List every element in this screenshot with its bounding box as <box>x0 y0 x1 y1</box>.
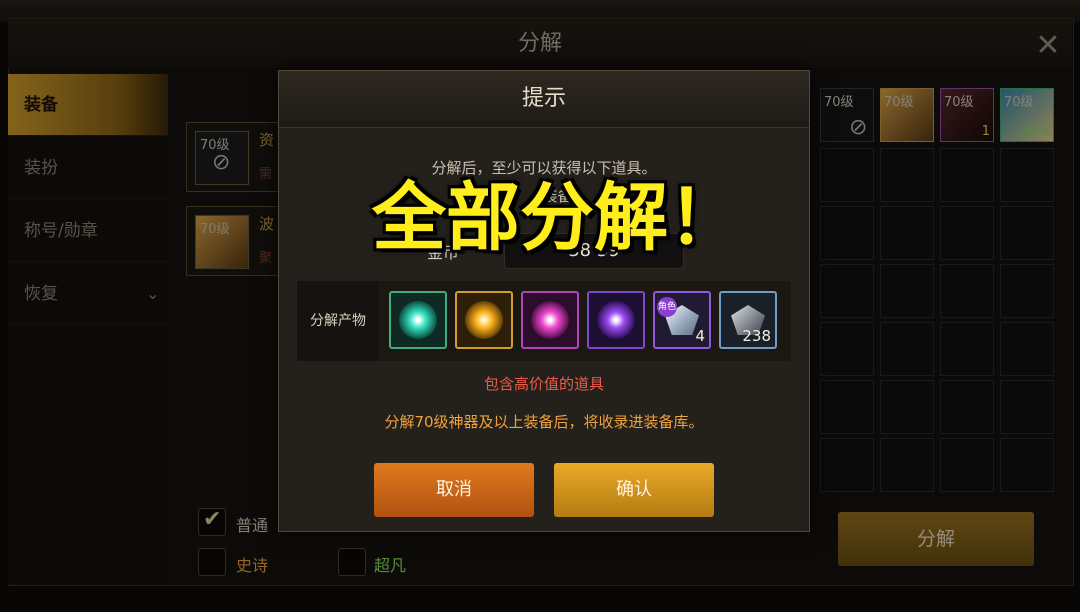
cyan-orb-icon <box>399 301 437 339</box>
product-count: 4 <box>695 327 705 345</box>
product-magenta-orb[interactable] <box>521 291 579 349</box>
confirm-dialog: 提示 分解后，至少可以获得以下道具。 确装备? 金币 38 59 分解产物 角色… <box>278 70 810 532</box>
product-count: 238 <box>742 327 771 345</box>
magenta-orb-icon <box>531 301 569 339</box>
collection-note: 分解70级神器及以上装备后，将收录进装备库。 <box>384 413 704 431</box>
overlay-caption: 全部分解！ <box>372 175 742 261</box>
cancel-button[interactable]: 取消 <box>374 463 534 517</box>
product-crystal-gem[interactable]: 角色 4 <box>653 291 711 349</box>
gold-orb-icon <box>465 301 503 339</box>
products-row: 分解产物 角色 4 238 <box>297 281 791 361</box>
product-cyan-orb[interactable] <box>389 291 447 349</box>
product-gold-orb[interactable] <box>455 291 513 349</box>
product-violet-orb[interactable] <box>587 291 645 349</box>
dialog-title: 提示 <box>279 71 809 128</box>
character-tag: 角色 <box>657 297 677 317</box>
confirm-button[interactable]: 确认 <box>554 463 714 517</box>
products-label: 分解产物 <box>297 281 379 361</box>
high-value-warning: 包含高价值的道具 <box>483 375 604 393</box>
violet-orb-icon <box>597 301 635 339</box>
product-stone-gem[interactable]: 238 <box>719 291 777 349</box>
